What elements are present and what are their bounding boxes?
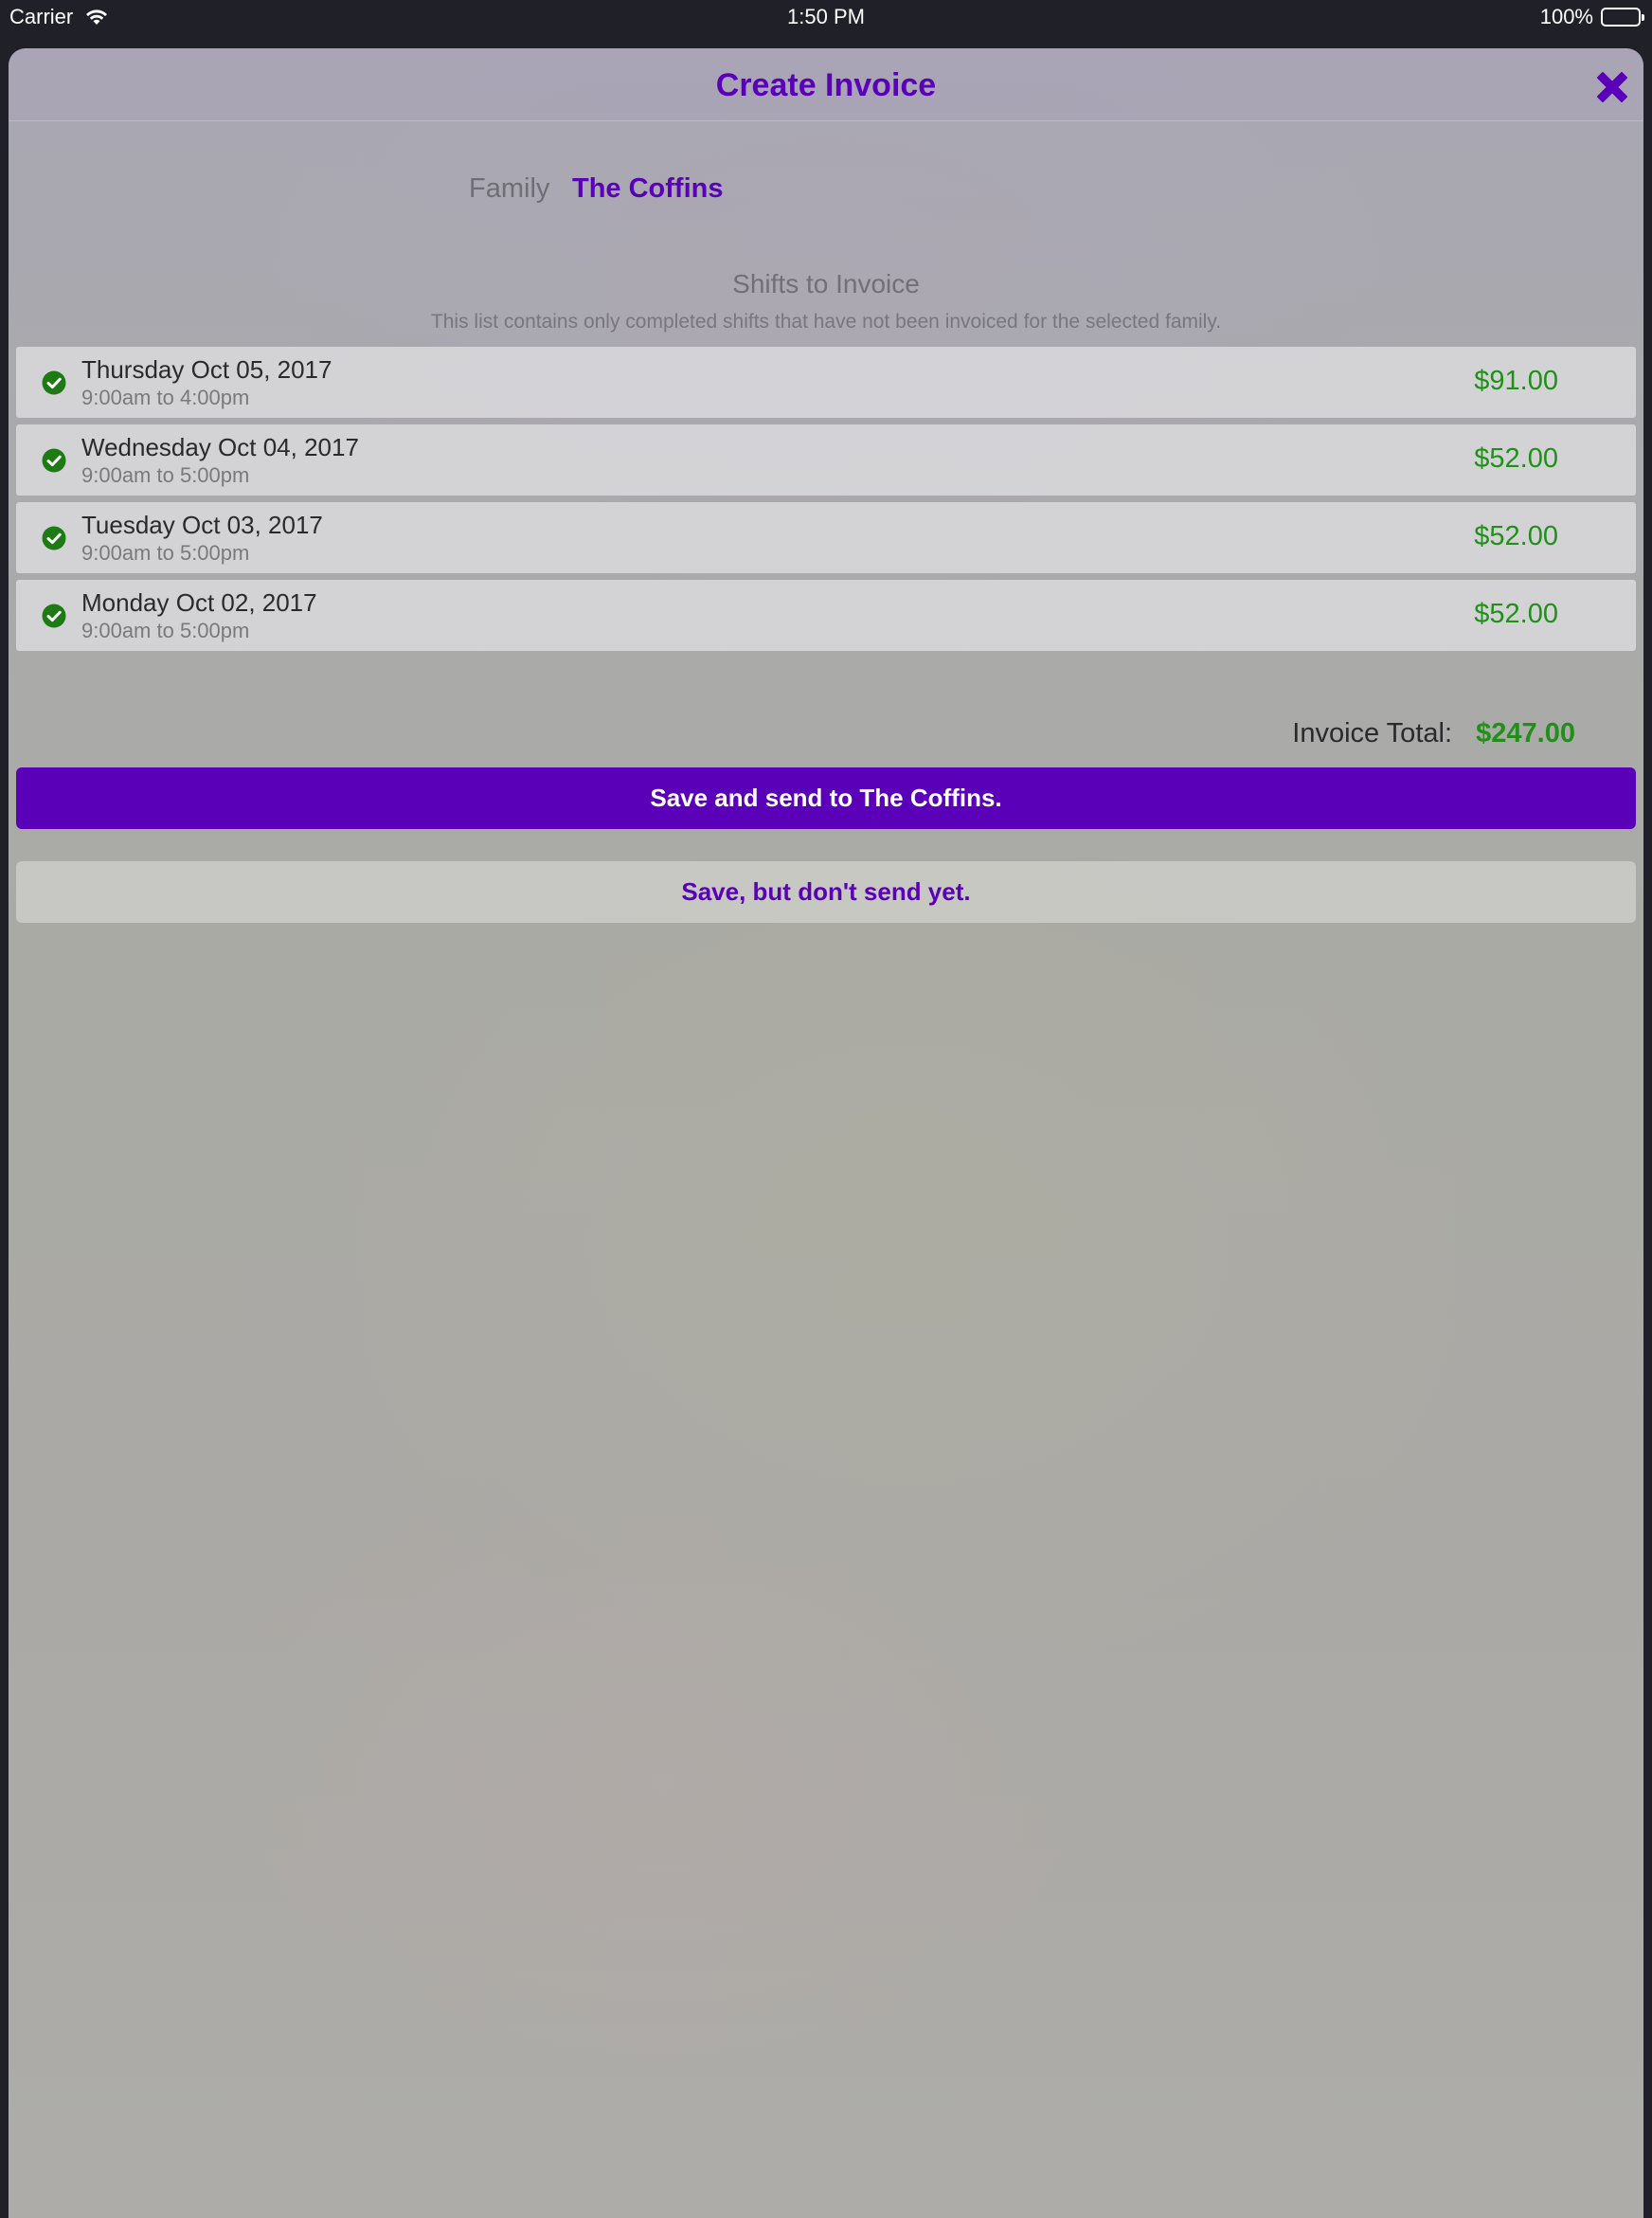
shift-hours: 9:00am to 5:00pm bbox=[81, 463, 250, 487]
sheet-header: Create Invoice bbox=[9, 48, 1643, 121]
invoice-total-label: Invoice Total: bbox=[1292, 718, 1452, 748]
invoice-total-value: $247.00 bbox=[1476, 718, 1575, 748]
save-without-sending-button[interactable]: Save, but don't send yet. bbox=[16, 861, 1636, 923]
shift-hours: 9:00am to 5:00pm bbox=[81, 619, 250, 642]
shifts-section-title: Shifts to Invoice bbox=[732, 269, 920, 298]
shift-amount: $52.00 bbox=[1474, 599, 1558, 629]
shift-date: Thursday Oct 05, 2017 bbox=[81, 355, 332, 384]
shifts-list: Thursday Oct 05, 2017 9:00am to 4:00pm $… bbox=[16, 347, 1636, 658]
invoice-total-row: Invoice Total: $247.00 bbox=[9, 716, 1643, 758]
shift-date: Tuesday Oct 03, 2017 bbox=[81, 511, 323, 539]
shift-row[interactable]: Tuesday Oct 03, 2017 9:00am to 5:00pm $5… bbox=[16, 502, 1636, 573]
shifts-section-subtitle: This list contains only completed shifts… bbox=[430, 311, 1222, 333]
shift-date: Monday Oct 02, 2017 bbox=[81, 588, 317, 617]
page-title: Create Invoice bbox=[715, 67, 937, 103]
status-bar: Carrier 1:50 PM 100% bbox=[0, 0, 1652, 47]
close-button[interactable] bbox=[1592, 67, 1632, 107]
check-circle-icon bbox=[42, 604, 66, 628]
shift-hours: 9:00am to 5:00pm bbox=[81, 541, 250, 565]
shift-amount: $91.00 bbox=[1474, 366, 1558, 396]
shift-row[interactable]: Wednesday Oct 04, 2017 9:00am to 5:00pm … bbox=[16, 424, 1636, 496]
close-x-icon bbox=[1597, 72, 1627, 102]
save-and-send-button[interactable]: Save and send to The Coffins. bbox=[16, 767, 1636, 829]
shift-row[interactable]: Thursday Oct 05, 2017 9:00am to 4:00pm $… bbox=[16, 347, 1636, 418]
check-circle-icon bbox=[42, 370, 66, 395]
shift-amount: $52.00 bbox=[1474, 443, 1558, 474]
shift-row[interactable]: Monday Oct 02, 2017 9:00am to 5:00pm $52… bbox=[16, 580, 1636, 651]
battery-icon bbox=[1601, 8, 1644, 27]
family-value-link[interactable]: The Coffins bbox=[572, 173, 724, 205]
battery-indicator: 100% bbox=[1539, 5, 1644, 29]
family-selector: Family The Coffins bbox=[9, 170, 1643, 209]
battery-percent: 100% bbox=[1539, 5, 1593, 28]
shift-hours: 9:00am to 4:00pm bbox=[81, 386, 250, 409]
create-invoice-sheet: Create Invoice Family The Coffins Shifts… bbox=[9, 48, 1643, 2218]
clock: 1:50 PM bbox=[787, 5, 865, 28]
family-label: Family bbox=[469, 173, 550, 204]
check-circle-icon bbox=[42, 526, 66, 550]
shift-amount: $52.00 bbox=[1474, 521, 1558, 551]
shift-date: Wednesday Oct 04, 2017 bbox=[81, 433, 359, 461]
check-circle-icon bbox=[42, 448, 66, 473]
